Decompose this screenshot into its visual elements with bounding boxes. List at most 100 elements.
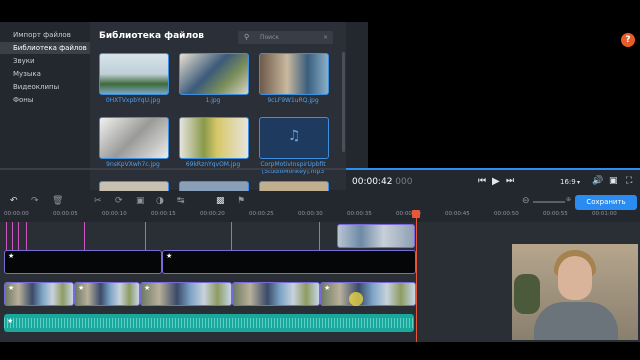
title-clip-2[interactable]: ★	[162, 250, 416, 274]
help-button[interactable]: ?	[621, 33, 635, 47]
ruler-tick-6: 00:00:30	[298, 211, 323, 217]
marker-flag-icon[interactable]: ⚑	[237, 196, 245, 206]
ruler-tick-1: 00:00:05	[53, 211, 78, 217]
ruler-tick-10: 00:00:50	[494, 211, 519, 217]
sidebar-item-sounds[interactable]: Звуки	[0, 55, 90, 67]
save-button[interactable]: Сохранить	[575, 195, 637, 210]
clip-marker	[12, 222, 13, 250]
sidebar-item-music[interactable]: Музыка	[0, 68, 90, 80]
star-icon: ★	[8, 284, 15, 292]
skip-forward-icon[interactable]: ⏭	[506, 176, 514, 186]
ruler-tick-2: 00:00:10	[102, 211, 127, 217]
star-icon: ★	[324, 284, 331, 292]
search-placeholder: Поиск	[260, 34, 280, 41]
aspect-chevron-down-icon[interactable]: ▾	[577, 179, 580, 186]
aspect-ratio-select[interactable]: 16:9	[560, 178, 576, 186]
transition-icon[interactable]: ↹	[177, 196, 185, 206]
clip-marker	[145, 222, 146, 250]
ruler-tick-9: 00:00:45	[445, 211, 470, 217]
sidebar-item-backgrounds[interactable]: Фоны	[0, 94, 90, 106]
webcam-person-face	[558, 256, 592, 300]
crop-icon[interactable]: ▣	[136, 196, 145, 206]
file-thumbnail-7[interactable]	[179, 181, 249, 191]
sidebar-item-library[interactable]: Библиотека файлов	[0, 42, 90, 54]
search-field[interactable]: ⚲ Поиск ×	[238, 31, 333, 44]
file-name-3: 9nsKpVXwh7c.jpg	[106, 161, 160, 168]
star-icon: ★	[144, 284, 151, 292]
clip-marker	[84, 222, 85, 250]
timecode: 00:00:42 000	[352, 177, 412, 187]
ruler-tick-3: 00:00:15	[151, 211, 176, 217]
clip-marker	[18, 222, 19, 250]
cursor-highlight	[349, 292, 363, 306]
audio-settings-icon[interactable]: ▩	[216, 196, 225, 206]
star-icon: ★	[8, 252, 15, 260]
audio-waveform	[4, 318, 414, 328]
video-clip-4[interactable]	[232, 282, 320, 306]
ruler-tick-0: 00:00:00	[4, 211, 29, 217]
preview-progress-bar[interactable]	[0, 168, 640, 170]
video-clip-3[interactable]: ★	[140, 282, 232, 306]
file-thumbnail-1[interactable]	[179, 53, 249, 95]
ruler-tick-12: 00:01:00	[592, 211, 617, 217]
ruler-tick-7: 00:00:35	[347, 211, 372, 217]
rotate-icon[interactable]: ⟳	[115, 196, 123, 206]
ruler-tick-11: 00:00:55	[543, 211, 568, 217]
file-thumbnail-3[interactable]	[99, 117, 169, 159]
player-panel	[346, 22, 640, 190]
cut-icon[interactable]: ✂	[94, 196, 102, 206]
file-thumbnail-0[interactable]	[99, 53, 169, 95]
timecode-frames: 000	[395, 177, 413, 187]
ruler-tick-4: 00:00:20	[200, 211, 225, 217]
snapshot-icon[interactable]: ▣	[609, 176, 618, 186]
file-name-0: 0HXTVxpbYqU.jpg	[105, 97, 161, 104]
star-icon: ★	[78, 284, 85, 292]
zoom-out-icon[interactable]: ⊖	[522, 196, 530, 206]
volume-icon[interactable]: 🔊	[592, 176, 603, 186]
playhead-line[interactable]	[416, 210, 417, 342]
file-thumbnail-6[interactable]	[99, 181, 169, 191]
music-note-icon: ♫	[288, 128, 301, 144]
clip-marker	[319, 222, 320, 250]
skip-back-icon[interactable]: ⏮	[478, 176, 486, 186]
sidebar: Импорт файлов Библиотека файлов Звуки Му…	[0, 22, 90, 190]
star-icon: ★	[7, 317, 14, 325]
clip-marker	[6, 222, 7, 250]
search-icon: ⚲	[244, 33, 250, 41]
overlay-video-clip[interactable]	[337, 224, 415, 248]
audio-file-thumbnail-5[interactable]: ♫	[259, 117, 329, 159]
webcam-overlay	[512, 244, 638, 340]
sidebar-item-import[interactable]: Импорт файлов	[0, 29, 90, 41]
library-title: Библиотека файлов	[99, 31, 204, 41]
title-clip-1[interactable]: ★	[4, 250, 162, 274]
audio-track-clip[interactable]: ★	[4, 314, 414, 332]
file-name-4: 69kRznYqvOM.jpg	[185, 161, 241, 168]
play-icon[interactable]: ▶	[492, 176, 500, 187]
video-clip-2[interactable]: ★	[74, 282, 140, 306]
redo-icon[interactable]: ↷	[31, 196, 39, 206]
file-thumbnail-8[interactable]	[259, 181, 329, 191]
video-clip-5[interactable]: ★	[320, 282, 416, 306]
color-adjust-icon[interactable]: ◑	[156, 196, 164, 206]
video-clip-1[interactable]: ★	[4, 282, 74, 306]
file-thumbnail-2[interactable]	[259, 53, 329, 95]
delete-icon[interactable]: 🗑	[52, 196, 63, 206]
ruler-tick-5: 00:00:25	[249, 211, 274, 217]
undo-icon[interactable]: ↶	[10, 196, 18, 206]
zoom-slider[interactable]	[533, 201, 565, 203]
clip-marker	[231, 222, 232, 250]
library-scrollbar[interactable]	[342, 52, 345, 152]
preview-progress-fill	[346, 168, 640, 170]
sidebar-item-videoclips[interactable]: Видеоклипы	[0, 81, 90, 93]
file-library-panel: Библиотека файлов ⚲ Поиск × 0HXTVxpbYqU.…	[90, 22, 346, 191]
file-name-1: 1.jpg	[205, 97, 221, 104]
clip-marker	[26, 222, 27, 250]
fullscreen-icon[interactable]: ⛶	[626, 176, 632, 186]
clear-search-icon[interactable]: ×	[323, 31, 328, 44]
webcam-person-body	[534, 302, 618, 340]
star-icon: ★	[166, 252, 173, 260]
file-name-2: 9cLF9W1uRQ.jpg	[267, 97, 319, 104]
file-thumbnail-4[interactable]	[179, 117, 249, 159]
timecode-time: 00:00:42	[352, 177, 393, 187]
zoom-in-icon[interactable]: ⊕	[566, 196, 571, 203]
